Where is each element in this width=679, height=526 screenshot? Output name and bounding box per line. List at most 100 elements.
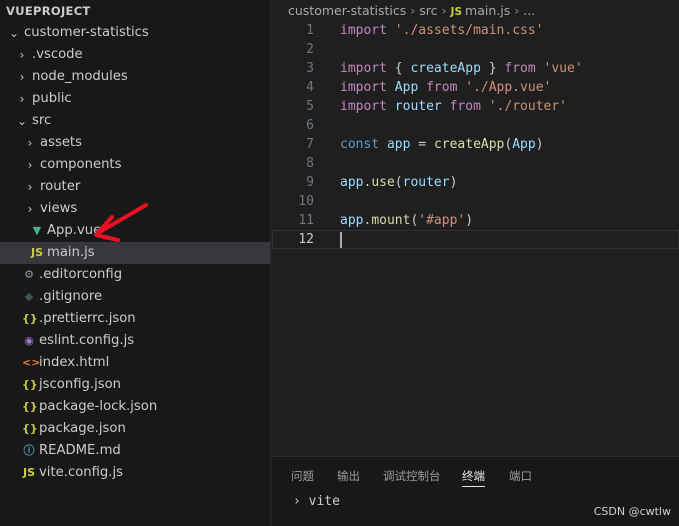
code-token: App bbox=[512, 137, 536, 152]
vite-config-js-file-icon: JS bbox=[22, 466, 35, 479]
tab-output[interactable]: 输出 bbox=[337, 468, 360, 484]
tree-item-label: jsconfig.json bbox=[39, 377, 122, 392]
code-token: const bbox=[340, 137, 380, 152]
tree-item-src[interactable]: ⌄ src bbox=[0, 110, 270, 132]
tree-item-vscode[interactable]: › .vscode bbox=[0, 44, 270, 66]
code-line[interactable]: 1 import './assets/main.css' bbox=[272, 21, 679, 40]
breadcrumb-folder[interactable]: src bbox=[419, 3, 437, 18]
tab-problems[interactable]: 问题 bbox=[291, 468, 314, 484]
code-area[interactable]: 1 import './assets/main.css' 2 3 import { cr… bbox=[272, 21, 679, 249]
code-token: ) bbox=[535, 137, 544, 152]
chevron-right-icon[interactable]: › bbox=[24, 132, 36, 154]
tab-terminal[interactable]: 终端 bbox=[462, 468, 485, 487]
explorer-title: VUEPROJECT bbox=[6, 4, 91, 18]
code-line[interactable]: 11 app.mount('#app') bbox=[272, 211, 679, 230]
gitignore-file-icon: ◆ bbox=[24, 290, 34, 303]
index-html-file-icon: <> bbox=[22, 356, 41, 369]
tree-item-public[interactable]: › public bbox=[0, 88, 270, 110]
tree-item-label: .prettierrc.json bbox=[39, 311, 136, 326]
tab-ports[interactable]: 端口 bbox=[509, 468, 532, 484]
tree-item-customer-statistics[interactable]: ⌄ customer-statistics bbox=[0, 22, 270, 44]
tree-item-main-js[interactable]: JS main.js bbox=[0, 242, 270, 264]
tree-item-index-html[interactable]: <> index.html bbox=[0, 352, 270, 374]
jsconfig-json-file-icon: {} bbox=[22, 378, 38, 391]
tree-item-label: customer-statistics bbox=[24, 25, 149, 40]
code-token: createApp bbox=[433, 137, 505, 152]
code-token: { bbox=[386, 61, 411, 76]
code-text: app.use(router) bbox=[340, 173, 457, 192]
tree-item-editorconfig[interactable]: ⚙ .editorconfig bbox=[0, 264, 270, 286]
terminal-command: vite bbox=[308, 494, 340, 509]
code-line[interactable]: 8 bbox=[272, 154, 679, 173]
chevron-right-icon[interactable]: › bbox=[16, 66, 28, 88]
tree-item-label: .editorconfig bbox=[39, 267, 123, 282]
code-line[interactable]: 7 const app = createApp(App) bbox=[272, 135, 679, 154]
terminal-prompt-icon: › bbox=[293, 494, 301, 509]
code-line[interactable]: 6 bbox=[272, 116, 679, 135]
code-line[interactable]: 12 bbox=[272, 230, 679, 249]
tree-item-jsconfig-json[interactable]: {} jsconfig.json bbox=[0, 374, 270, 396]
tree-item-eslint-config-js[interactable]: ◉ eslint.config.js bbox=[0, 330, 270, 352]
code-token: from bbox=[426, 80, 458, 95]
tree-item-label: package.json bbox=[39, 421, 126, 436]
tree-item-prettierrc-json[interactable]: {} .prettierrc.json bbox=[0, 308, 270, 330]
main-js-file-icon: JS bbox=[30, 246, 43, 259]
tree-item-package-lock-json[interactable]: {} package-lock.json bbox=[0, 396, 270, 418]
file-tree: ⌄ customer-statistics › .vscode › node_module… bbox=[0, 22, 270, 484]
readme-md-file-icon: ⓘ bbox=[23, 444, 35, 457]
code-token: import bbox=[340, 61, 387, 76]
code-token: App bbox=[394, 80, 419, 95]
chevron-right-icon[interactable]: › bbox=[16, 44, 28, 66]
code-token: 'vue' bbox=[543, 61, 583, 76]
tree-item-label: main.js bbox=[47, 245, 95, 260]
code-token: ) bbox=[449, 175, 458, 190]
tree-item-label: .gitignore bbox=[39, 289, 103, 304]
code-text: import router from './router' bbox=[340, 97, 567, 116]
tree-item-app-vue[interactable]: ▼ App.vue bbox=[0, 220, 270, 242]
breadcrumb-separator-icon: › bbox=[514, 3, 520, 18]
line-number: 8 bbox=[306, 156, 314, 171]
tree-item-label: assets bbox=[40, 135, 82, 150]
tree-item-node-modules[interactable]: › node_modules bbox=[0, 66, 270, 88]
tree-item-router[interactable]: › router bbox=[0, 176, 270, 198]
tree-item-vite-config-js[interactable]: JS vite.config.js bbox=[0, 462, 270, 484]
line-number: 10 bbox=[298, 194, 314, 209]
breadcrumb-file[interactable]: main.js bbox=[465, 3, 510, 18]
terminal-line[interactable]: › vite bbox=[293, 494, 340, 509]
tree-item-gitignore[interactable]: ◆ .gitignore bbox=[0, 286, 270, 308]
code-line[interactable]: 4 import App from './App.vue' bbox=[272, 78, 679, 97]
chevron-right-icon[interactable]: › bbox=[24, 176, 36, 198]
chevron-down-icon[interactable]: ⌄ bbox=[8, 22, 20, 44]
code-line[interactable]: 10 bbox=[272, 192, 679, 211]
code-line[interactable]: 2 bbox=[272, 40, 679, 59]
chevron-right-icon[interactable]: › bbox=[16, 88, 28, 110]
chevron-right-icon[interactable]: › bbox=[24, 154, 36, 176]
code-token: './App.vue' bbox=[465, 80, 552, 95]
tree-item-package-json[interactable]: {} package.json bbox=[0, 418, 270, 440]
code-token: import bbox=[340, 99, 387, 114]
code-line[interactable]: 5 import router from './router' bbox=[272, 97, 679, 116]
tree-item-label: eslint.config.js bbox=[39, 333, 135, 348]
tree-item-label: .vscode bbox=[32, 47, 83, 62]
tab-debug-console[interactable]: 调试控制台 bbox=[383, 468, 441, 484]
breadcrumb: customer-statistics › src › JS main.js ›... bbox=[288, 3, 535, 18]
tree-item-views[interactable]: › views bbox=[0, 198, 270, 220]
code-line[interactable]: 9 app.use(router) bbox=[272, 173, 679, 192]
tree-item-readme-md[interactable]: ⓘ README.md bbox=[0, 440, 270, 462]
code-token: router bbox=[402, 175, 450, 190]
chevron-down-icon[interactable]: ⌄ bbox=[16, 110, 28, 132]
code-token: } bbox=[480, 61, 505, 76]
chevron-right-icon[interactable]: › bbox=[24, 198, 36, 220]
tree-item-assets[interactable]: › assets bbox=[0, 132, 270, 154]
package-json-file-icon: {} bbox=[22, 422, 38, 435]
tree-item-label: vite.config.js bbox=[39, 465, 124, 480]
breadcrumb-more[interactable]: ... bbox=[523, 3, 535, 18]
code-line[interactable]: 3 import { createApp } from 'vue' bbox=[272, 59, 679, 78]
code-text: app.mount('#app') bbox=[340, 211, 473, 230]
breadcrumb-folder[interactable]: customer-statistics bbox=[288, 3, 406, 18]
tree-item-components[interactable]: › components bbox=[0, 154, 270, 176]
